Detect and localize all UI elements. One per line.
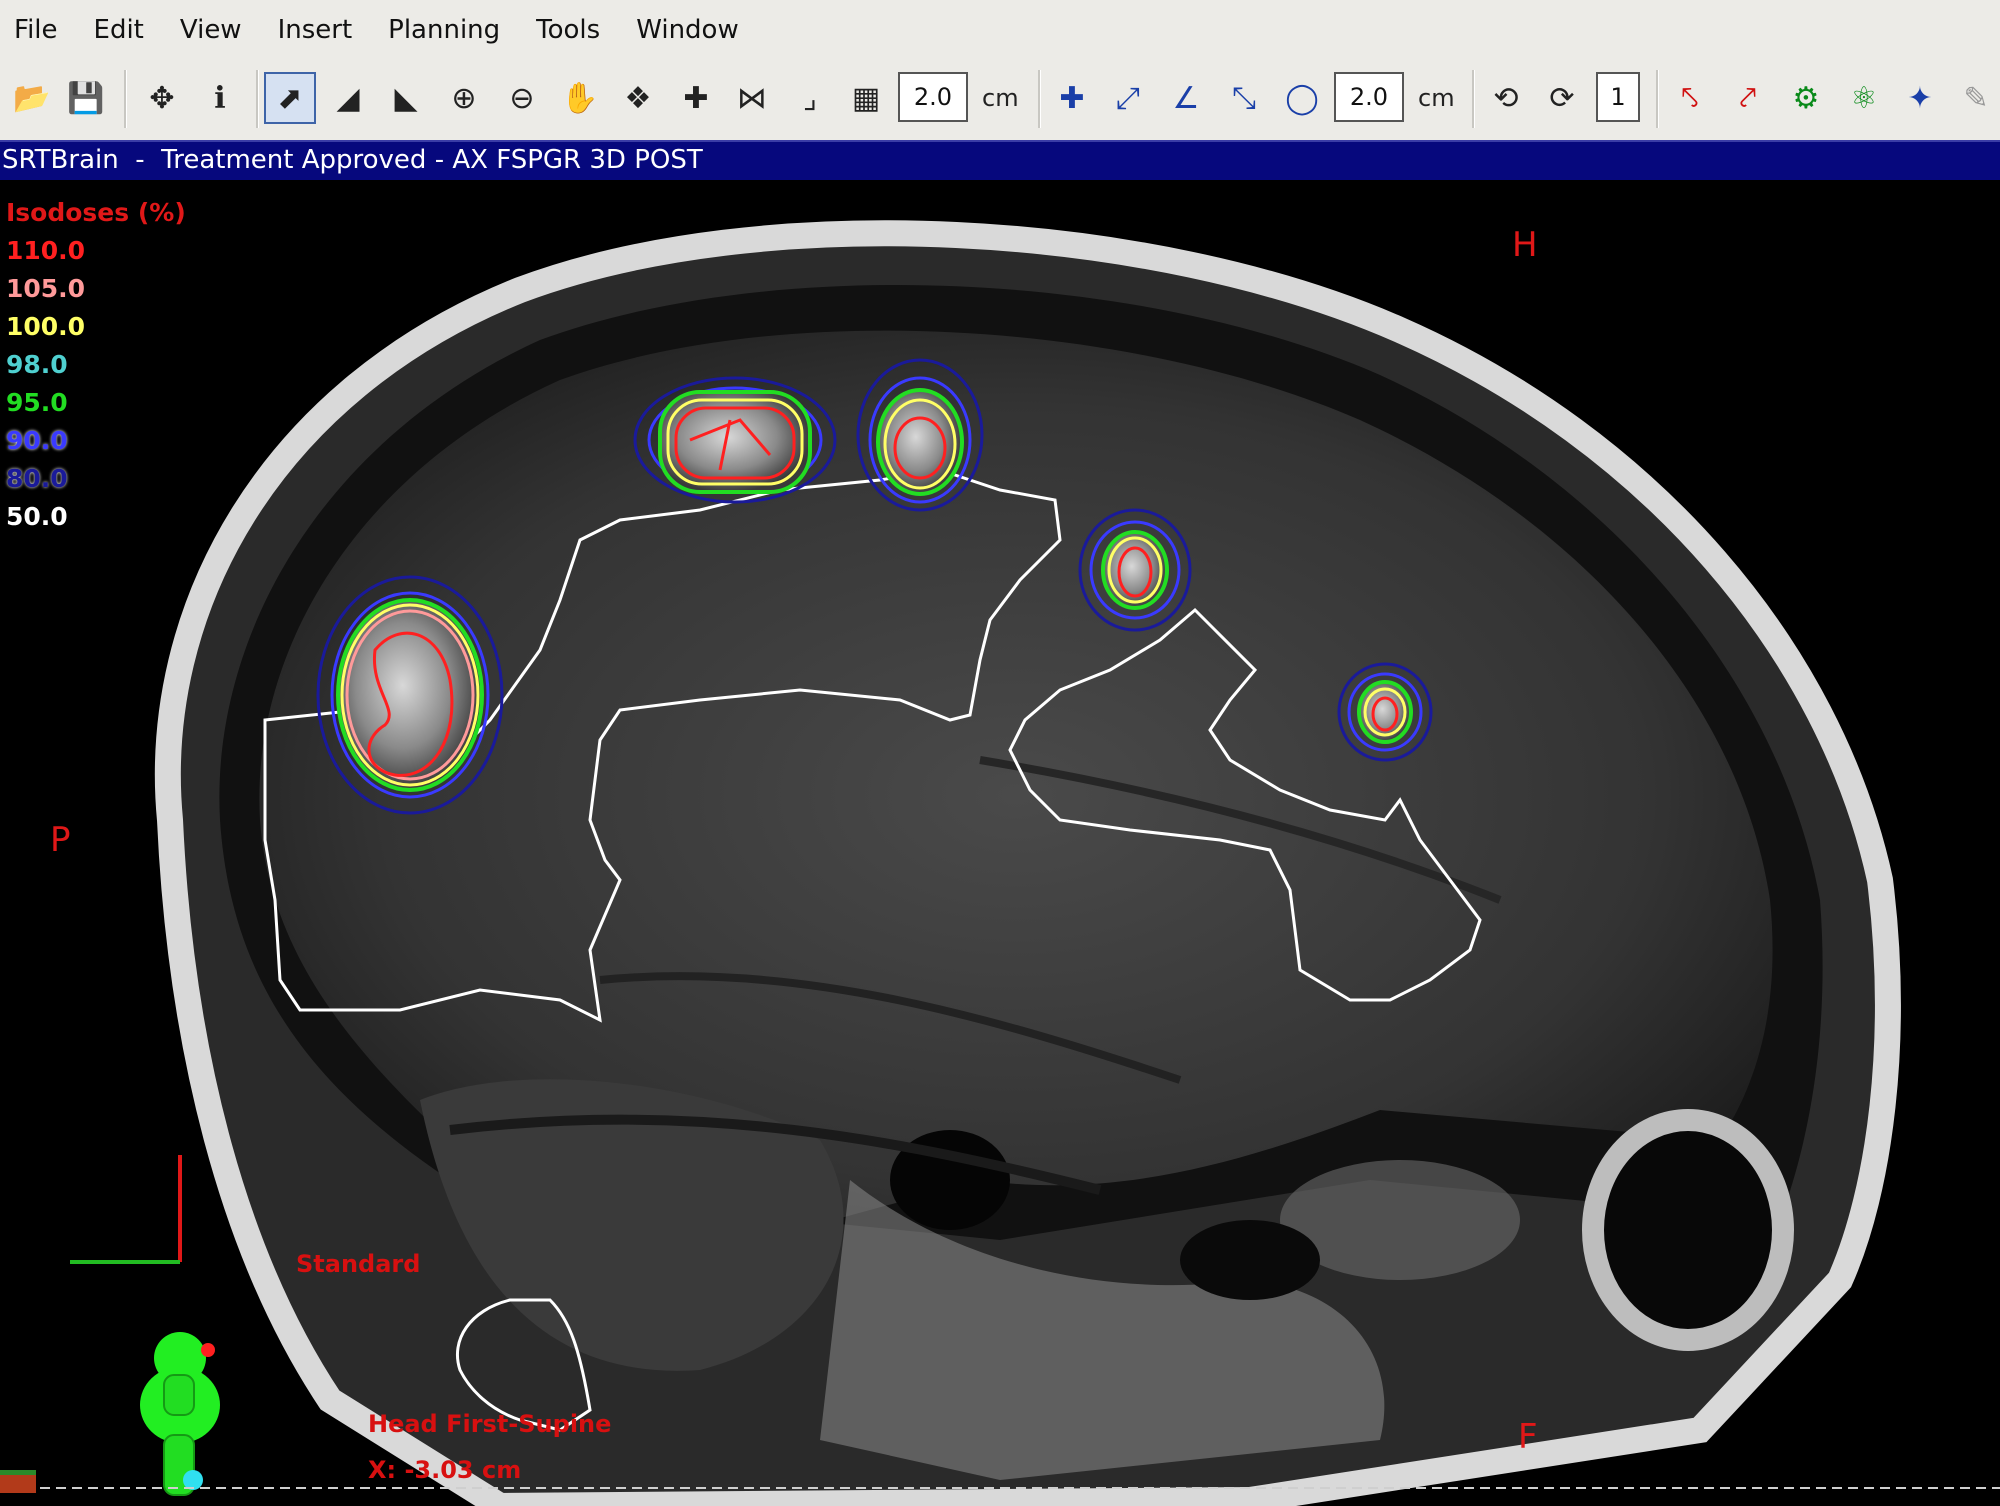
structure-add-icon[interactable]: ⚙: [1780, 72, 1832, 124]
image-viewport[interactable]: Isodoses (%) 110.0 105.0 100.0 98.0 95.0…: [0, 180, 2000, 1506]
navigate-icon[interactable]: ✥: [136, 72, 188, 124]
menu-planning[interactable]: Planning: [388, 15, 500, 45]
toolbar-separator: [1472, 70, 1475, 128]
orientation-head: H: [1512, 225, 1538, 265]
isodose-legend-title: Isodoses (%): [6, 198, 186, 227]
rotate-left-icon[interactable]: ⟲: [1480, 72, 1532, 124]
menu-window[interactable]: Window: [636, 15, 739, 45]
structure-edit-icon[interactable]: ⚛: [1838, 72, 1890, 124]
isodose-level-50: 50.0: [6, 502, 68, 531]
orientation-feet: F: [1518, 1417, 1538, 1457]
lesion-target-2: [633, 376, 837, 504]
reset-view-icon[interactable]: ❖: [612, 72, 664, 124]
isodose-level-80: 80.0: [6, 464, 68, 493]
menu-edit[interactable]: Edit: [94, 15, 144, 45]
zoom-out-icon[interactable]: ⊖: [496, 72, 548, 124]
window-level-icon[interactable]: ◢: [322, 72, 374, 124]
isodose-level-110: 110.0: [6, 236, 86, 265]
toolbar-separator: [124, 70, 127, 128]
menu-view[interactable]: View: [180, 15, 242, 45]
crosshair-icon[interactable]: ✚: [670, 72, 722, 124]
isodose-legend: Isodoses (%) 110.0 105.0 100.0 98.0 95.0…: [6, 194, 186, 536]
menu-insert[interactable]: Insert: [278, 15, 353, 45]
contour-add-icon[interactable]: ⤣: [1664, 72, 1716, 124]
isodose-level-95: 95.0: [6, 388, 68, 417]
toolbar-separator: [1656, 70, 1659, 128]
marker-tool-icon[interactable]: ✦: [1894, 72, 1946, 124]
patient-orientation-figure: [140, 1332, 220, 1496]
grid-unit-2: cm: [1418, 84, 1455, 112]
ruler-icon[interactable]: ⌟: [784, 72, 836, 124]
lesion-target-1: [316, 575, 504, 815]
isodose-level-90: 90.0: [6, 426, 68, 455]
fit-view-icon[interactable]: ⋈: [726, 72, 778, 124]
save-icon[interactable]: 💾: [60, 72, 112, 124]
view-title-bar: SRTBrain - Treatment Approved - AX FSPGR…: [0, 140, 2000, 180]
line-tool-icon[interactable]: ⤡: [1218, 72, 1270, 124]
contour-cut-icon[interactable]: ⤤: [1722, 72, 1774, 124]
isodose-level-100: 100.0: [6, 312, 86, 341]
isodose-level-105: 105.0: [6, 274, 86, 303]
select-pointer-icon[interactable]: ⬈: [264, 72, 316, 124]
circle-roi-icon[interactable]: ◯: [1276, 72, 1328, 124]
grid-icon[interactable]: ▦: [840, 72, 892, 124]
patient-position-label: Head First-Supine: [368, 1410, 612, 1438]
zoom-in-icon[interactable]: ⊕: [438, 72, 490, 124]
view-label-standard: Standard: [296, 1250, 421, 1278]
slice-count-input[interactable]: 1: [1596, 72, 1640, 122]
measure-distance-icon[interactable]: ⤢: [1102, 72, 1154, 124]
toolbar: 📂 💾 ✥ i ⬈ ◢ ◣ ⊕ ⊖ ✋ ❖ ✚ ⋈ ⌟ ▦ 2.0 cm ✚ ⤢…: [0, 60, 2000, 141]
pan-hand-icon[interactable]: ✋: [554, 72, 606, 124]
grid-unit-1: cm: [982, 84, 1019, 112]
pencil-icon[interactable]: ✎: [1950, 72, 2000, 124]
angle-icon[interactable]: ∠: [1160, 72, 1212, 124]
orbit: [1582, 1109, 1794, 1351]
menu-tools[interactable]: Tools: [536, 15, 600, 45]
slice-position-label: X: -3.03 cm: [368, 1456, 522, 1484]
window-level-roi-icon[interactable]: ◣: [380, 72, 432, 124]
open-icon[interactable]: 📂: [6, 72, 58, 124]
info-icon[interactable]: i: [194, 72, 246, 124]
menu-bar: File Edit View Insert Planning Tools Win…: [0, 0, 2000, 61]
grid-size-input-2[interactable]: 2.0: [1334, 72, 1404, 122]
toolbar-separator: [1038, 70, 1041, 128]
grid-size-input-1[interactable]: 2.0: [898, 72, 968, 122]
add-point-icon[interactable]: ✚: [1046, 72, 1098, 124]
orientation-posterior: P: [50, 820, 71, 860]
menu-file[interactable]: File: [14, 15, 58, 45]
toolbar-separator: [256, 70, 259, 128]
isodose-level-98: 98.0: [6, 350, 68, 379]
mri-sagittal-image: [0, 220, 2000, 1506]
rotate-right-icon[interactable]: ⟳: [1536, 72, 1588, 124]
